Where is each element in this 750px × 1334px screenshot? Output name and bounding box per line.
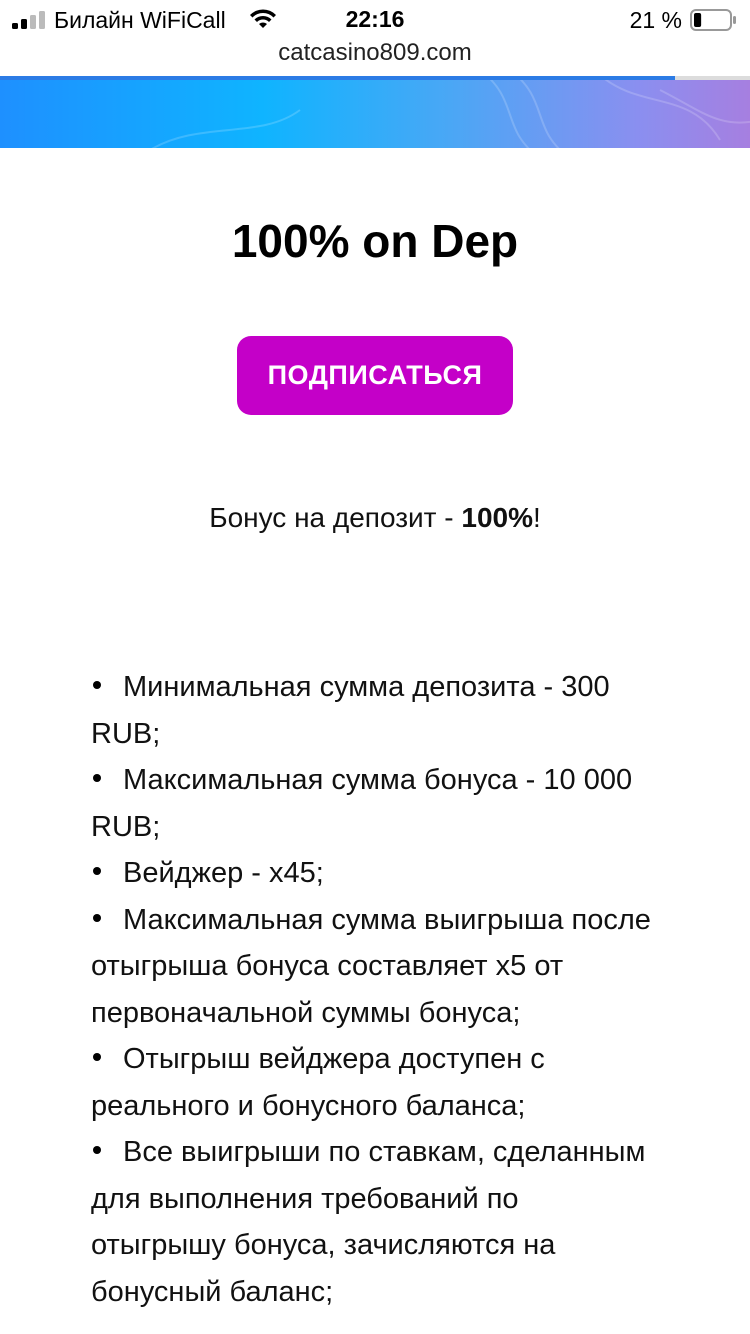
page-title: 100% on Dep <box>231 215 519 267</box>
bullet-icon <box>93 1146 101 1155</box>
hero-pattern <box>151 80 750 148</box>
battery-icon <box>690 9 736 31</box>
list-item-text: Максимальная сумма выигрыша после отыгры… <box>91 903 651 1029</box>
bullet-icon <box>93 867 101 876</box>
bonus-suffix: ! <box>533 502 541 533</box>
list-item: Отыгрыш вейджера доступен с реального и … <box>91 1036 651 1129</box>
page: Билайн WiFiCall 22:16 21 % catcasino809.… <box>0 0 750 1334</box>
list-item: Минимальная сумма депозита - 300 RUB; <box>91 664 651 757</box>
list-item: Максимальная сумма бонуса - 10 000 RUB; <box>91 757 651 850</box>
bullet-icon <box>93 681 101 690</box>
list-item: Максимальная сумма выигрыша после отыгры… <box>91 897 651 1037</box>
bullet-icon <box>93 774 101 783</box>
subscribe-button[interactable]: ПОДПИСАТЬСЯ <box>237 336 513 415</box>
list-item: Все выигрыши по ставкам, сделанным для в… <box>91 1129 651 1315</box>
bonus-prefix: Бонус на депозит - <box>209 502 462 533</box>
hero-banner <box>0 80 750 148</box>
address-bar[interactable]: catcasino809.com <box>0 38 750 76</box>
list-item-text: Минимальная сумма депозита - 300 RUB; <box>91 671 610 750</box>
battery-percentage: 21 % <box>629 7 682 33</box>
list-item-text: Все выигрыши по ставкам, сделанным для в… <box>91 1136 646 1308</box>
list-item-text: Максимальная сумма бонуса - 10 000 RUB; <box>91 764 633 843</box>
url-text[interactable]: catcasino809.com <box>278 39 471 66</box>
list-item: Вейджер - x45; <box>91 850 651 897</box>
bullet-icon <box>93 913 101 922</box>
list-item-text: Вейджер - x45; <box>123 857 324 889</box>
status-bar: Билайн WiFiCall 22:16 21 % <box>0 0 750 40</box>
bonus-value: 100% <box>461 502 534 533</box>
bonus-description: Бонус на депозит - 100%! <box>0 502 750 534</box>
list-item-text: Отыгрыш вейджера доступен с реального и … <box>91 1043 545 1122</box>
bonus-terms-list: Минимальная сумма депозита - 300 RUB; Ма… <box>91 664 651 1315</box>
bullet-icon <box>93 1053 101 1062</box>
